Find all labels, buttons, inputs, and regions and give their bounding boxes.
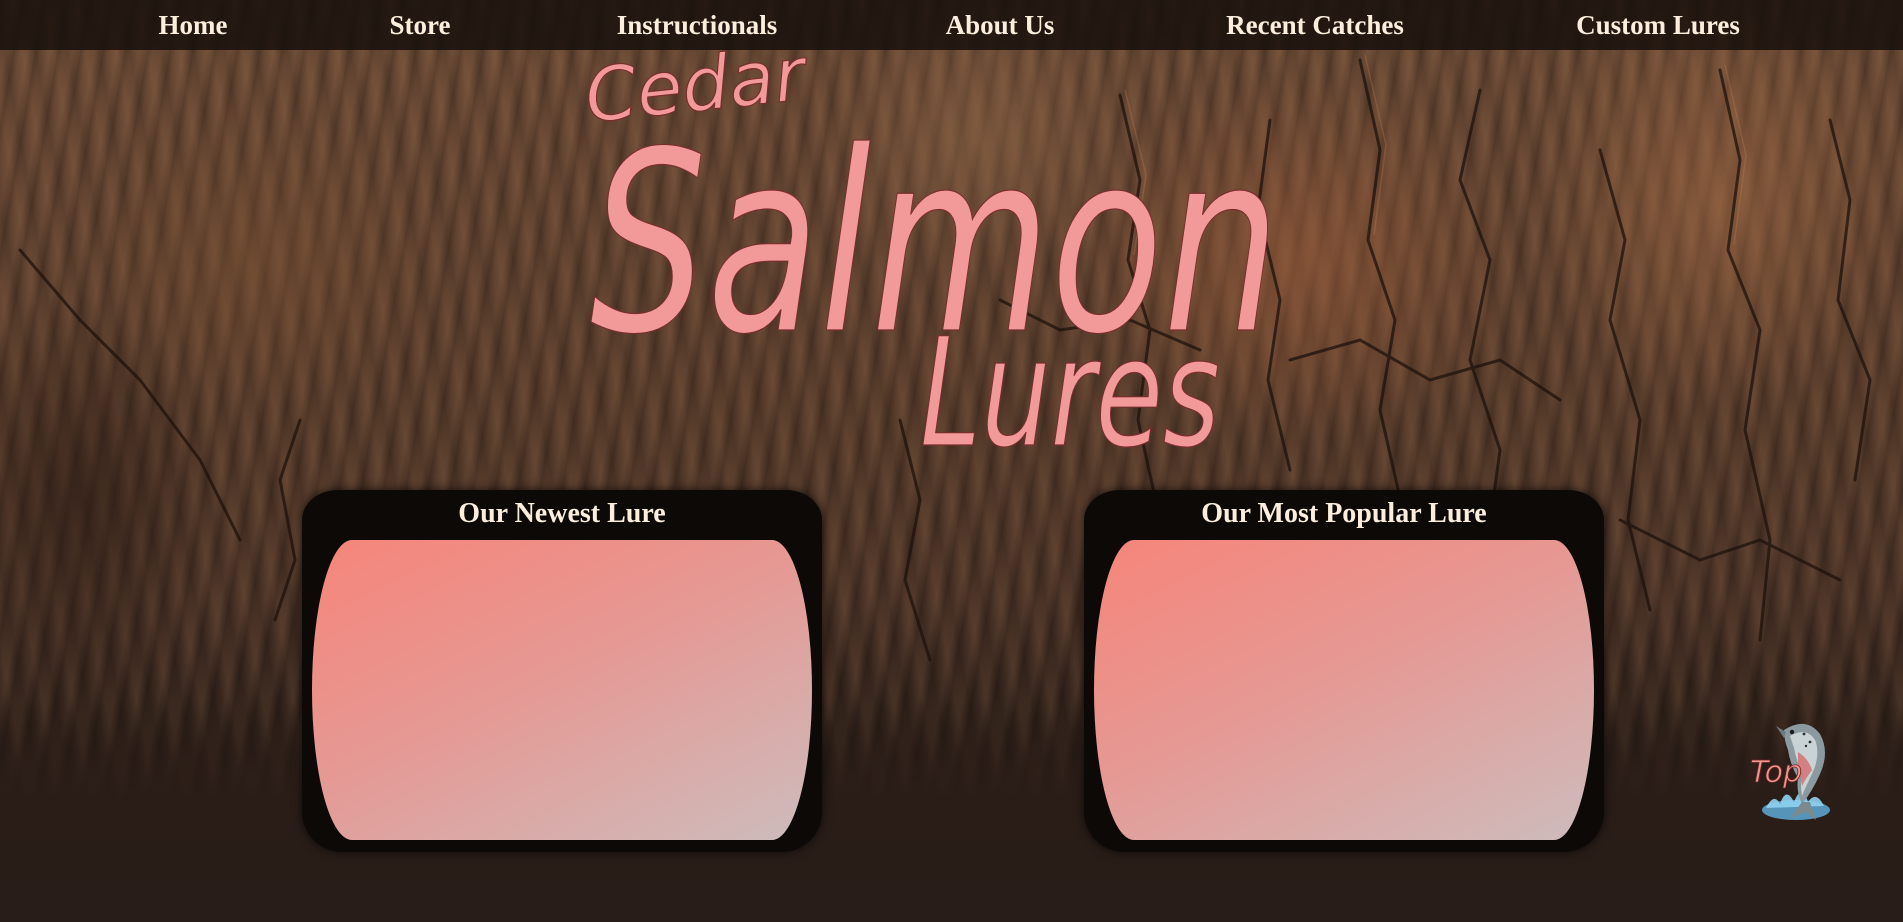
top-button-label: Top xyxy=(1750,755,1802,790)
site-logo[interactable]: Cedar Salmon Lures xyxy=(0,0,1903,480)
popular-lure-image[interactable] xyxy=(1094,540,1594,840)
jumping-salmon-icon: Top xyxy=(1750,723,1830,820)
bottom-fade xyxy=(0,700,1903,922)
newest-lure-image[interactable] xyxy=(312,540,812,840)
newest-lure-title: Our Newest Lure xyxy=(458,498,666,529)
back-to-top-button[interactable]: Top xyxy=(1746,712,1842,824)
newest-lure-panel: Our Newest Lure xyxy=(302,490,822,852)
popular-lure-title: Our Most Popular Lure xyxy=(1201,498,1487,529)
logo-line-lures: Lures xyxy=(920,307,1220,480)
popular-lure-panel: Our Most Popular Lure xyxy=(1084,490,1604,852)
